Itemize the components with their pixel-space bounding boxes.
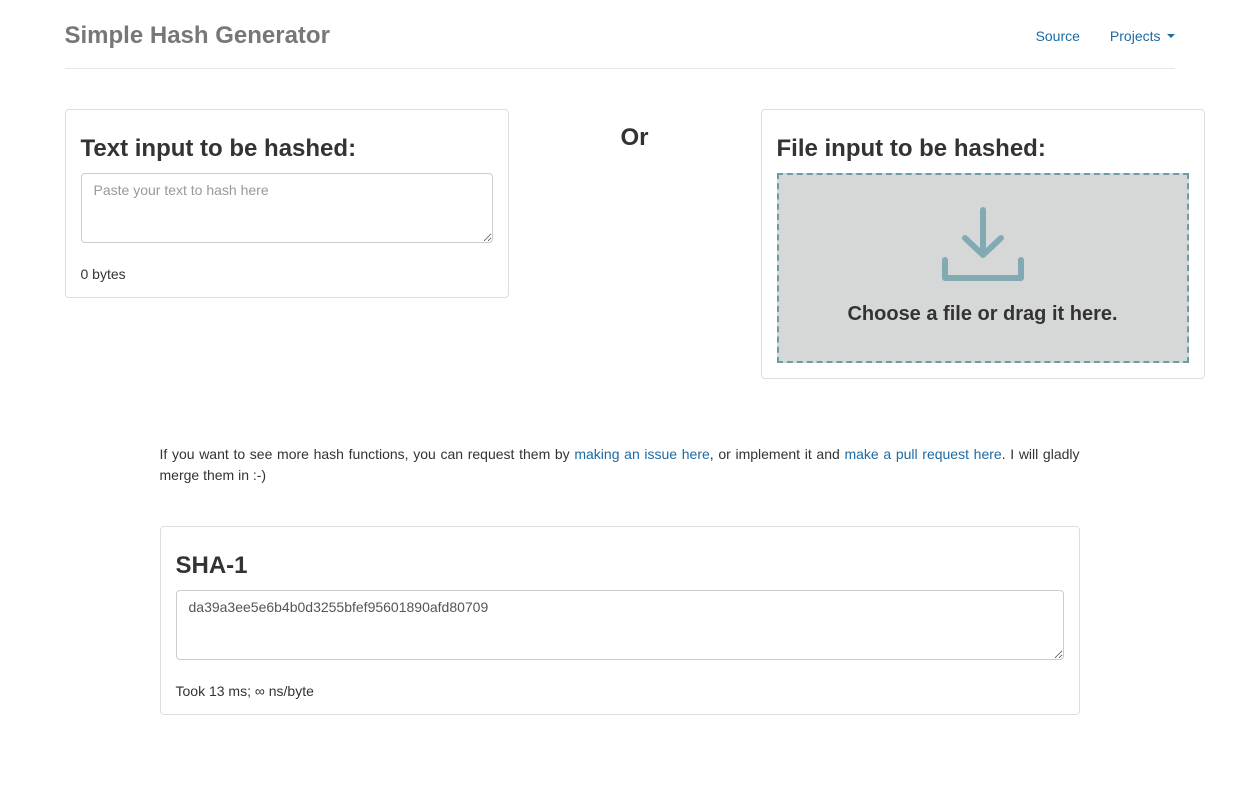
caret-down-icon bbox=[1167, 34, 1175, 38]
hash-output[interactable] bbox=[176, 590, 1064, 660]
nav-links: Source Projects bbox=[1036, 28, 1175, 44]
dropzone-text: Choose a file or drag it here. bbox=[789, 303, 1177, 326]
projects-label: Projects bbox=[1110, 28, 1161, 44]
bytes-indicator: 0 bytes bbox=[81, 266, 493, 282]
timing-info: Took 13 ms; ∞ ns/byte bbox=[176, 683, 1064, 699]
info-paragraph: If you want to see more hash functions, … bbox=[160, 444, 1080, 486]
or-separator: Or bbox=[524, 124, 746, 152]
download-icon bbox=[935, 205, 1031, 285]
algo-heading: SHA-1 bbox=[176, 552, 1064, 580]
file-input-heading: File input to be hashed: bbox=[777, 135, 1189, 163]
file-dropzone[interactable]: Choose a file or drag it here. bbox=[777, 173, 1189, 363]
source-link[interactable]: Source bbox=[1036, 28, 1080, 44]
input-row: Text input to be hashed: 0 bytes Or File… bbox=[65, 109, 1175, 379]
text-input[interactable] bbox=[81, 173, 493, 243]
navbar: Simple Hash Generator Source Projects bbox=[65, 0, 1175, 69]
sha1-result-panel: SHA-1 Took 13 ms; ∞ ns/byte bbox=[160, 526, 1080, 715]
info-text-1: If you want to see more hash functions, … bbox=[160, 446, 575, 462]
issue-link[interactable]: making an issue here bbox=[574, 446, 709, 462]
info-text-2: , or implement it and bbox=[710, 446, 845, 462]
pull-request-link[interactable]: make a pull request here bbox=[844, 446, 1001, 462]
file-input-panel: File input to be hashed: Choose a file o… bbox=[761, 109, 1205, 379]
text-input-panel: Text input to be hashed: 0 bytes bbox=[65, 109, 509, 298]
projects-dropdown[interactable]: Projects bbox=[1110, 28, 1175, 44]
brand-title: Simple Hash Generator bbox=[65, 22, 330, 50]
text-input-heading: Text input to be hashed: bbox=[81, 135, 493, 163]
